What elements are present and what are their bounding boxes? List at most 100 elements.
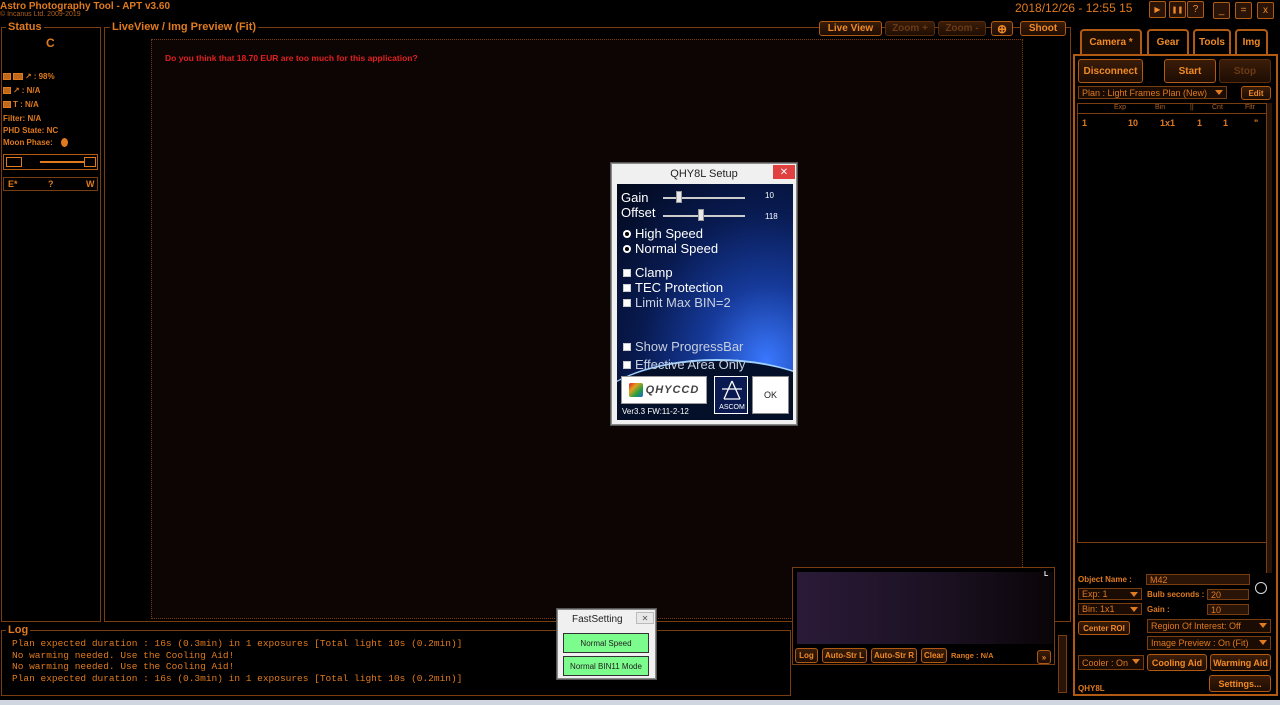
log-line: Plan expected duration : 16s (0.3min) in… <box>12 638 463 649</box>
ascom-logo[interactable]: ASCOM <box>714 376 748 414</box>
status-nav: E* ? W <box>3 177 98 191</box>
log-line: Plan expected duration : 16s (0.3min) in… <box>12 672 463 684</box>
status-title: Status <box>6 21 44 33</box>
tec-checkbox[interactable]: TEC Protection <box>623 280 723 295</box>
nav-help[interactable]: ? <box>48 179 54 189</box>
pause-icon[interactable]: ❚❚ <box>1169 1 1186 18</box>
warming-aid-button[interactable]: Warming Aid <box>1210 654 1271 671</box>
stop-button[interactable]: Stop <box>1219 59 1271 83</box>
start-button[interactable]: Start <box>1164 59 1216 83</box>
cooling-aid-button[interactable]: Cooling Aid <box>1147 654 1207 671</box>
center-roi-button[interactable]: Center ROI <box>1078 621 1130 635</box>
plan-table: Exp Bin || Cnt Fltr 1 10 1x1 1 1 " <box>1077 103 1269 543</box>
auto-stretch-r-button[interactable]: Auto-Str R <box>871 648 917 663</box>
shoot-button[interactable]: Shoot <box>1020 21 1066 36</box>
histogram-collapse-icon[interactable]: » <box>1037 650 1051 664</box>
status-battery: ↗: 98% <box>3 72 55 81</box>
zoom-out-button[interactable]: Zoom - <box>938 21 986 36</box>
log-line: No warming needed. Use the Cooling Aid! <box>12 649 235 661</box>
gain-field[interactable]: 10 <box>1207 604 1249 615</box>
ascom-label: ASCOM <box>719 404 745 411</box>
normal-speed-button[interactable]: Normal Speed <box>563 633 649 653</box>
settings-button[interactable]: Settings... <box>1209 675 1271 692</box>
nav-west[interactable]: W <box>86 179 95 189</box>
nav-east[interactable]: E* <box>8 179 18 189</box>
histogram-clear-button[interactable]: Clear <box>921 648 947 663</box>
firmware-version: Ver3.3 FW:11-2-12 <box>622 407 689 416</box>
qhy-dialog-close-icon[interactable]: ✕ <box>773 165 795 179</box>
spinner-icon <box>1255 582 1267 594</box>
focus-arrow-icon: ↗ <box>25 72 32 81</box>
minimize-button[interactable]: _ <box>1213 2 1230 19</box>
moon-phase-icon <box>60 138 68 147</box>
plan-select[interactable]: Plan : Light Frames Plan (New) <box>1078 86 1227 99</box>
normal-bin-mode-button[interactable]: Normal BIN11 Mode <box>563 656 649 676</box>
zoom-in-button[interactable]: Zoom + <box>885 21 935 36</box>
disconnect-button[interactable]: Disconnect <box>1078 59 1143 83</box>
close-button[interactable]: x <box>1257 2 1274 19</box>
gain-slider-thumb[interactable] <box>676 191 683 203</box>
focuser-icon <box>3 87 11 94</box>
roi-select[interactable]: Region Of Interest: Off <box>1147 619 1271 633</box>
show-progress-checkbox[interactable]: Show ProgressBar <box>623 339 743 354</box>
qhy-setup-dialog: QHY8L Setup ✕ Gain 10 Offset 118 High Sp… <box>611 163 797 425</box>
bulb-label: Bulb seconds : <box>1147 590 1205 599</box>
qhyccd-logo[interactable]: QHYCCD <box>621 376 707 404</box>
status-bar-widget <box>3 154 98 170</box>
tab-camera[interactable]: Camera * <box>1080 29 1142 54</box>
live-view-button[interactable]: Live View <box>819 21 882 36</box>
exposure-select[interactable]: Exp: 1 <box>1078 588 1142 600</box>
clamp-checkbox[interactable]: Clamp <box>623 265 673 280</box>
log-line: No warming needed. Use the Cooling Aid! <box>12 661 235 672</box>
ok-button[interactable]: OK <box>752 376 789 414</box>
liveview-title: LiveView / Img Preview (Fit) <box>110 21 259 33</box>
moon-label: Moon Phase: <box>3 138 53 147</box>
histogram-log-button[interactable]: Log <box>795 648 818 663</box>
radio-icon <box>623 245 631 253</box>
effective-area-checkbox[interactable]: Effective Area Only <box>623 357 745 372</box>
gain-slider-track[interactable] <box>663 197 745 199</box>
tab-tools[interactable]: Tools <box>1193 29 1231 54</box>
status-moon: Moon Phase: <box>3 138 68 147</box>
tab-gear[interactable]: Gear <box>1147 29 1189 54</box>
limit-bin-checkbox[interactable]: Limit Max BIN=2 <box>623 295 731 310</box>
checkbox-icon <box>623 343 631 351</box>
row-index: 1 <box>1082 118 1088 128</box>
status-slider[interactable] <box>40 161 84 163</box>
fast-setting-close-icon[interactable]: ✕ <box>636 612 654 624</box>
image-canvas <box>151 39 1023 619</box>
maximize-button[interactable]: = <box>1235 2 1252 19</box>
edit-plan-button[interactable]: Edit <box>1241 86 1271 100</box>
qhy-dialog-title: QHY8L Setup <box>670 168 738 180</box>
crosshair-icon[interactable]: ⊕ <box>991 21 1013 36</box>
bin-select[interactable]: Bin: 1x1 <box>1078 603 1142 615</box>
bulb-field[interactable]: 20 <box>1207 589 1249 600</box>
app-copyright: © Incanus Ltd. 2009-2019 <box>0 11 81 18</box>
high-speed-radio[interactable]: High Speed <box>623 226 703 241</box>
bin-value: Bin: 1x1 <box>1082 604 1115 614</box>
table-scrollbar[interactable] <box>1266 103 1272 573</box>
table-row[interactable]: 1 10 1x1 1 1 " <box>1078 118 1268 130</box>
preview-select[interactable]: Image Preview : On (Fit) <box>1147 636 1271 650</box>
help-button[interactable]: ? <box>1187 1 1204 18</box>
checkbox-icon <box>623 269 631 277</box>
status-right-box-icon <box>84 157 96 167</box>
normal-speed-radio[interactable]: Normal Speed <box>623 241 718 256</box>
focus-value: : N/A <box>21 86 41 95</box>
log-lines: Plan expected duration : 16s (0.3min) in… <box>12 638 462 684</box>
chevron-down-icon <box>1132 659 1140 664</box>
histogram-scrollbar[interactable] <box>1058 635 1067 693</box>
play-icon[interactable]: ▶ <box>1149 1 1166 18</box>
offset-slider-track[interactable] <box>663 215 745 217</box>
checkbox-icon <box>623 299 631 307</box>
cooler-select[interactable]: Cooler : On <box>1078 655 1144 670</box>
object-name-field[interactable]: M42 <box>1146 574 1250 585</box>
col-fltr: Fltr <box>1245 104 1256 111</box>
auto-stretch-l-button[interactable]: Auto-Str L <box>822 648 867 663</box>
checkbox-icon <box>623 361 631 369</box>
taskbar <box>0 700 1280 705</box>
donation-message: Do you think that 18.70 EUR are too much… <box>165 53 418 63</box>
cooler-value: Cooler : On <box>1082 657 1129 668</box>
offset-slider-thumb[interactable] <box>697 209 704 221</box>
tab-img[interactable]: Img <box>1235 29 1268 54</box>
